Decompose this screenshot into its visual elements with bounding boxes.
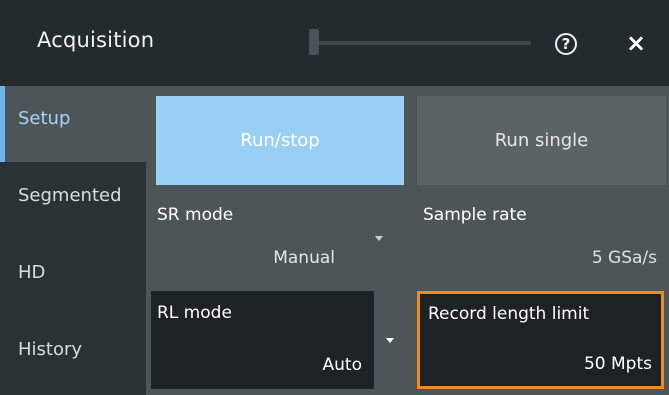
sidebar-item-label: Setup bbox=[18, 108, 71, 129]
record-length-limit-value: 50 Mpts bbox=[583, 354, 652, 374]
sidebar-item-history[interactable]: History bbox=[0, 317, 146, 393]
close-icon[interactable]: × bbox=[622, 29, 650, 57]
sidebar-item-hd[interactable]: HD bbox=[0, 240, 146, 316]
sidebar-item-segmented[interactable]: Segmented bbox=[0, 163, 146, 239]
sample-rate-label: Sample rate bbox=[423, 205, 527, 225]
run-stop-button[interactable]: Run/stop bbox=[156, 96, 404, 185]
drag-handle[interactable] bbox=[309, 29, 319, 55]
chevron-down-icon bbox=[386, 338, 394, 343]
sr-mode-label: SR mode bbox=[157, 205, 234, 225]
sidebar-item-label: Segmented bbox=[18, 185, 122, 206]
rl-mode-value: Auto bbox=[322, 355, 362, 375]
sample-rate-field[interactable]: Sample rate 5 GSa/s bbox=[417, 193, 669, 282]
sr-mode-value: Manual bbox=[273, 248, 335, 268]
help-icon[interactable]: ? bbox=[555, 33, 577, 55]
drag-track bbox=[313, 41, 531, 45]
sidebar-item-label: History bbox=[18, 339, 83, 360]
chevron-down-icon bbox=[375, 236, 383, 241]
sample-rate-value: 5 GSa/s bbox=[591, 248, 657, 268]
sr-mode-field[interactable]: SR mode Manual bbox=[151, 193, 347, 282]
dialog-title: Acquisition bbox=[37, 28, 155, 52]
rl-mode-label: RL mode bbox=[157, 303, 232, 323]
sidebar-item-setup[interactable]: Setup bbox=[0, 86, 146, 162]
sr-mode-dropdown[interactable] bbox=[356, 202, 404, 282]
record-length-limit-field[interactable]: Record length limit 50 Mpts bbox=[417, 291, 664, 389]
run-single-button[interactable]: Run single bbox=[417, 96, 666, 185]
rl-mode-field[interactable]: RL mode Auto bbox=[151, 291, 374, 389]
setup-panel: Run/stop Run single SR mode Manual Sampl… bbox=[146, 86, 669, 395]
record-length-limit-label: Record length limit bbox=[428, 304, 590, 324]
sidebar-item-label: HD bbox=[18, 262, 46, 283]
sidebar: Setup Segmented HD History bbox=[0, 86, 146, 395]
rl-mode-dropdown[interactable] bbox=[376, 298, 404, 388]
dialog-titlebar: Acquisition ? × bbox=[0, 0, 669, 86]
